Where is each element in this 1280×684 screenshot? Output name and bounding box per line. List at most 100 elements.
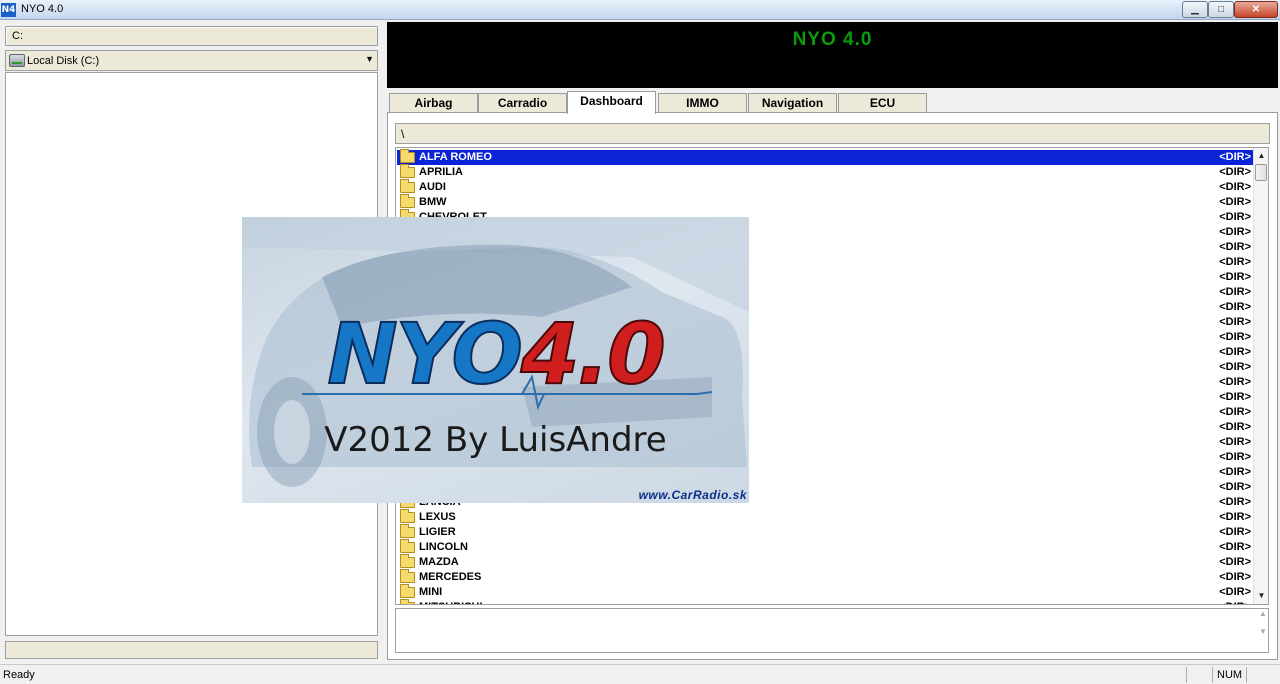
list-item[interactable]: BMW <DIR> bbox=[397, 194, 1253, 210]
list-item-type: <DIR> bbox=[1219, 166, 1251, 178]
list-item-type: <DIR> bbox=[1219, 211, 1251, 223]
tab-carradio[interactable]: Carradio bbox=[478, 93, 567, 113]
title-bar: N4 NYO 4.0 ▁ □ ✕ bbox=[0, 0, 1280, 20]
list-item-type: <DIR> bbox=[1219, 451, 1251, 463]
list-item-type: <DIR> bbox=[1219, 361, 1251, 373]
list-item[interactable]: MAZDA <DIR> bbox=[397, 554, 1253, 570]
scroll-thumb[interactable] bbox=[1255, 164, 1267, 181]
list-item-type: <DIR> bbox=[1219, 496, 1251, 508]
info-box-scrollbar[interactable]: ▲ ▼ bbox=[1258, 609, 1268, 652]
list-item-name: AUDI bbox=[419, 181, 446, 193]
folder-icon bbox=[400, 599, 415, 604]
num-lock-indicator: NUM bbox=[1217, 669, 1243, 681]
banner: NYO 4.0 bbox=[387, 22, 1278, 88]
folder-icon bbox=[400, 569, 415, 583]
list-item-name: LIGIER bbox=[419, 526, 456, 538]
list-item-type: <DIR> bbox=[1219, 151, 1251, 163]
list-item-name: ALFA ROMEO bbox=[419, 151, 492, 163]
file-list-scrollbar[interactable]: ▲ ▼ bbox=[1253, 148, 1268, 604]
folder-icon bbox=[400, 524, 415, 538]
list-item[interactable]: MERCEDES <DIR> bbox=[397, 569, 1253, 585]
minimize-button[interactable]: ▁ bbox=[1182, 1, 1208, 18]
logo-text-version: 4.0 bbox=[520, 305, 667, 403]
list-item[interactable]: ALFA ROMEO <DIR> bbox=[397, 149, 1253, 165]
status-divider bbox=[1186, 667, 1187, 683]
status-divider bbox=[1212, 667, 1213, 683]
list-item-type: <DIR> bbox=[1219, 301, 1251, 313]
list-item-type: <DIR> bbox=[1219, 391, 1251, 403]
folder-icon bbox=[400, 584, 415, 598]
list-item-name: MAZDA bbox=[419, 556, 459, 568]
splash-subtitle: V2012 By LuisAndre bbox=[324, 420, 667, 460]
splash-screen[interactable]: NYO4.0 V2012 By LuisAndre www.CarRadio.s… bbox=[242, 217, 749, 503]
folder-icon bbox=[400, 554, 415, 568]
tab-airbag[interactable]: Airbag bbox=[389, 93, 478, 113]
left-bottom-field[interactable] bbox=[5, 641, 378, 659]
logo-text-nyo: NYO bbox=[326, 305, 524, 403]
list-item-name: BMW bbox=[419, 196, 447, 208]
list-item-type: <DIR> bbox=[1219, 196, 1251, 208]
tab-ecu[interactable]: ECU bbox=[838, 93, 927, 113]
list-item[interactable]: AUDI <DIR> bbox=[397, 179, 1253, 195]
tab-immo[interactable]: IMMO bbox=[658, 93, 747, 113]
list-item-type: <DIR> bbox=[1219, 511, 1251, 523]
list-item[interactable]: MINI <DIR> bbox=[397, 584, 1253, 600]
list-item-type: <DIR> bbox=[1219, 586, 1251, 598]
list-item-type: <DIR> bbox=[1219, 406, 1251, 418]
scroll-up-icon[interactable]: ▲ bbox=[1254, 148, 1269, 164]
list-item-type: <DIR> bbox=[1219, 271, 1251, 283]
list-item-name: APRILIA bbox=[419, 166, 463, 178]
folder-icon bbox=[400, 539, 415, 553]
list-item-type: <DIR> bbox=[1219, 376, 1251, 388]
folder-icon bbox=[400, 179, 415, 193]
list-item-type: <DIR> bbox=[1219, 466, 1251, 478]
drive-select-label: Local Disk (C:) bbox=[27, 55, 100, 67]
list-item-type: <DIR> bbox=[1219, 526, 1251, 538]
app-icon[interactable]: N4 bbox=[1, 3, 16, 17]
list-item-type: <DIR> bbox=[1219, 331, 1251, 343]
list-item-type: <DIR> bbox=[1219, 436, 1251, 448]
folder-icon bbox=[400, 164, 415, 178]
list-item-name: LINCOLN bbox=[419, 541, 468, 553]
list-item[interactable]: LINCOLN <DIR> bbox=[397, 539, 1253, 555]
directory-path-field[interactable]: \ bbox=[395, 123, 1270, 144]
list-item-name: MITSUBISHI bbox=[419, 601, 483, 604]
list-item-name: MERCEDES bbox=[419, 571, 482, 583]
list-item-type: <DIR> bbox=[1219, 571, 1251, 583]
folder-icon bbox=[400, 509, 415, 523]
close-button[interactable]: ✕ bbox=[1234, 1, 1278, 18]
list-item-type: <DIR> bbox=[1219, 226, 1251, 238]
list-item-name: LEXUS bbox=[419, 511, 456, 523]
list-item-type: <DIR> bbox=[1219, 421, 1251, 433]
status-text: Ready bbox=[3, 669, 35, 681]
splash-url: www.CarRadio.sk bbox=[638, 488, 747, 502]
list-item-type: <DIR> bbox=[1219, 481, 1251, 493]
list-item[interactable]: LIGIER <DIR> bbox=[397, 524, 1253, 540]
current-path-field[interactable]: C: bbox=[5, 26, 378, 46]
list-item-type: <DIR> bbox=[1219, 241, 1251, 253]
status-divider bbox=[1246, 667, 1247, 683]
list-item-type: <DIR> bbox=[1219, 346, 1251, 358]
list-item-type: <DIR> bbox=[1219, 256, 1251, 268]
drive-select[interactable]: Local Disk (C:) ▼ bbox=[5, 50, 378, 71]
scroll-down-icon[interactable]: ▼ bbox=[1254, 588, 1269, 604]
list-item-type: <DIR> bbox=[1219, 181, 1251, 193]
status-bar: Ready NUM bbox=[0, 664, 1280, 684]
list-item[interactable]: MITSUBISHI <DIR> bbox=[397, 599, 1253, 604]
window-title: NYO 4.0 bbox=[21, 3, 64, 15]
list-item[interactable]: LEXUS <DIR> bbox=[397, 509, 1253, 525]
list-item-type: <DIR> bbox=[1219, 601, 1251, 604]
list-item-type: <DIR> bbox=[1219, 541, 1251, 553]
list-item-type: <DIR> bbox=[1219, 286, 1251, 298]
folder-icon bbox=[400, 194, 415, 208]
tab-dashboard[interactable]: Dashboard bbox=[567, 91, 656, 114]
folder-icon bbox=[400, 149, 415, 163]
info-box[interactable] bbox=[395, 608, 1269, 653]
splash-logo: NYO4.0 bbox=[242, 308, 749, 400]
chevron-down-icon[interactable]: ▼ bbox=[365, 54, 374, 64]
list-item-name: MINI bbox=[419, 586, 443, 598]
tab-navigation[interactable]: Navigation bbox=[748, 93, 837, 113]
maximize-button[interactable]: □ bbox=[1208, 1, 1234, 18]
list-item[interactable]: APRILIA <DIR> bbox=[397, 164, 1253, 180]
list-item-type: <DIR> bbox=[1219, 556, 1251, 568]
